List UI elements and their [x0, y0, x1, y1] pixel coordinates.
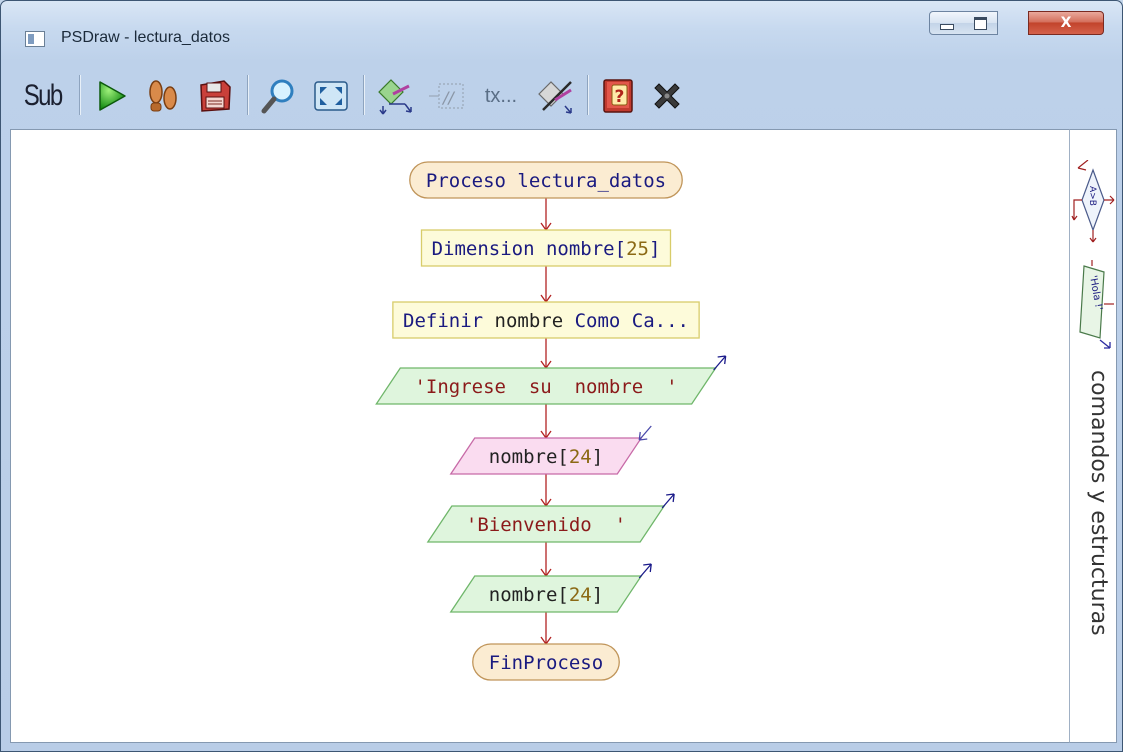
save-button[interactable]	[193, 75, 237, 117]
decision-tool-label: A>B	[1087, 186, 1097, 206]
toolbar-separator	[587, 75, 589, 115]
flow-node-terminal[interactable]: FinProceso	[472, 643, 620, 681]
output-arrow-icon	[638, 563, 652, 579]
close-button[interactable]: X	[1028, 11, 1104, 35]
flowchart: Proceso lectura_datos Dimension nombre[25…	[375, 161, 727, 681]
minimize-icon	[940, 24, 954, 30]
flow-node-text: Proceso lectura_datos	[426, 170, 666, 192]
comment-button[interactable]: //	[425, 75, 469, 117]
delete-node-button[interactable]	[533, 75, 577, 117]
minimize-button[interactable]	[929, 11, 965, 35]
connector-arrow	[540, 404, 552, 440]
output-arrow-icon	[661, 493, 675, 509]
connector-arrow	[540, 338, 552, 370]
toolbar-separator	[79, 75, 81, 115]
flow-node-text: FinProceso	[489, 652, 603, 674]
text-icon: tx...	[484, 84, 518, 107]
window-title: PSDraw - lectura_datos	[61, 29, 230, 46]
flow-node-terminal[interactable]: Proceso lectura_datos	[409, 161, 683, 199]
flow-node-text: Dimension nombre[25]	[432, 238, 661, 260]
toolbar-separator	[247, 75, 249, 115]
run-button[interactable]	[89, 75, 133, 117]
edit-node-button[interactable]	[373, 75, 417, 117]
flow-node-text: nombre[24]	[489, 584, 603, 606]
connector-arrow	[540, 612, 552, 646]
commands-panel[interactable]: A>B 'Hola !' comandos y estructuras	[1069, 129, 1117, 743]
app-window: PSDraw - lectura_datos X Sub // tx... ? …	[0, 0, 1123, 752]
flow-node-output[interactable]: 'Bienvenido '	[426, 493, 675, 543]
commands-panel-label: comandos y estructuras	[1086, 370, 1111, 636]
flow-node-text: nombre[24]	[489, 446, 603, 468]
footprints-icon	[149, 80, 177, 112]
output-tool[interactable]: 'Hola !'	[1070, 258, 1116, 353]
output-arrow-icon	[713, 355, 727, 371]
close-icon: X	[1060, 15, 1072, 31]
svg-text://: //	[441, 88, 455, 107]
edit-shape-icon	[378, 79, 412, 115]
connector-arrow	[540, 198, 552, 232]
fit-screen-icon	[314, 81, 348, 111]
title-bar[interactable]: PSDraw - lectura_datos X	[1, 1, 1122, 59]
connector-arrow	[540, 542, 552, 578]
flow-node-text: 'Ingrese su nombre '	[414, 376, 677, 398]
sub-button[interactable]: Sub	[15, 75, 71, 117]
connector-arrow	[540, 474, 552, 508]
maximize-button[interactable]	[964, 11, 998, 35]
flow-node-process[interactable]: Definir nombre Como Ca...	[392, 301, 700, 339]
maximize-icon	[974, 17, 987, 30]
svg-text:?: ?	[615, 87, 625, 107]
close-diagram-button[interactable]	[645, 75, 689, 117]
diagram-canvas[interactable]: Proceso lectura_datos Dimension nombre[25…	[10, 129, 1070, 743]
magnifier-icon	[261, 79, 294, 114]
flow-node-text: 'Bienvenido '	[466, 514, 626, 536]
input-arrow-icon	[638, 425, 652, 441]
help-button[interactable]: ?	[597, 75, 641, 117]
flow-node-output[interactable]: nombre[24]	[449, 563, 652, 613]
flow-node-input[interactable]: nombre[24]	[449, 425, 652, 475]
close-x-icon	[654, 83, 680, 109]
zoom-button[interactable]	[257, 75, 301, 117]
connector-arrow	[540, 266, 552, 304]
fit-button[interactable]	[309, 75, 353, 117]
cut-shape-icon	[538, 81, 572, 114]
app-icon	[25, 31, 45, 47]
play-icon	[99, 81, 126, 111]
comment-icon: //	[429, 83, 464, 109]
help-book-icon: ?	[603, 79, 633, 113]
toolbar-separator	[363, 75, 365, 115]
toolbar: Sub // tx... ?	[9, 63, 1114, 127]
sub-icon: Sub	[24, 79, 64, 112]
floppy-icon	[200, 80, 231, 112]
text-button[interactable]: tx...	[475, 75, 527, 117]
step-button[interactable]	[141, 75, 185, 117]
decision-tool[interactable]: A>B	[1070, 160, 1116, 255]
flow-node-text: Definir nombre Como Ca...	[403, 310, 689, 332]
flow-node-output[interactable]: 'Ingrese su nombre '	[375, 355, 727, 405]
flow-node-process[interactable]: Dimension nombre[25]	[420, 229, 672, 267]
